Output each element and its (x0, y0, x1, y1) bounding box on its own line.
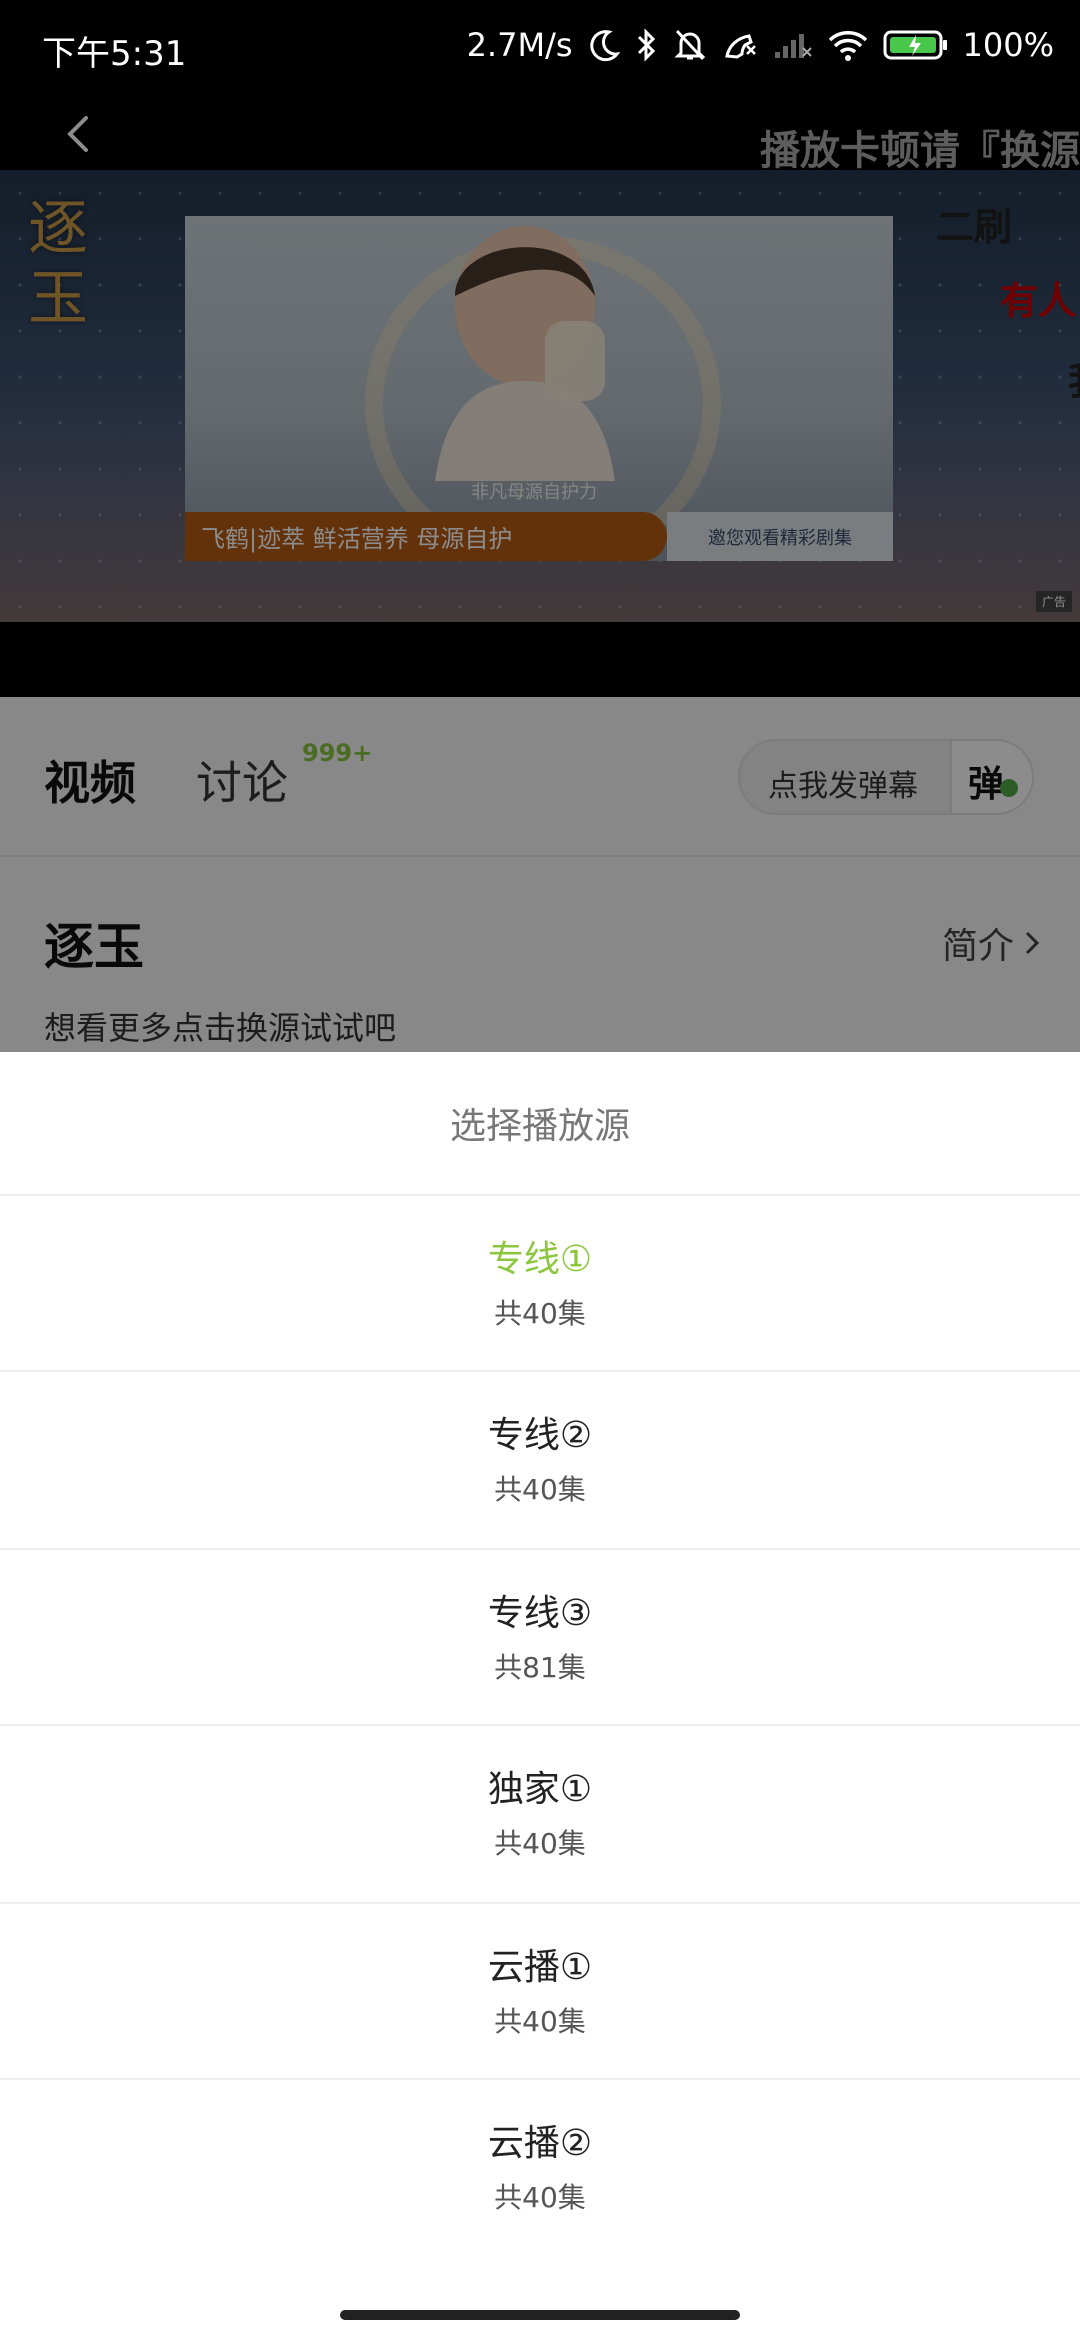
ad-child-image (435, 226, 615, 481)
chevron-right-icon (1025, 931, 1040, 955)
battery-icon (883, 30, 947, 60)
source-option-2[interactable]: 专线② 共40集 (0, 1372, 1080, 1548)
show-logo: 逐玉 (28, 194, 88, 334)
switch-source-hint: 想看更多点击换源试试吧 (44, 1009, 397, 1047)
divider (0, 855, 1080, 857)
network-speed: 2.7M/s (466, 26, 573, 64)
player-bottom-bar (0, 622, 1080, 697)
danmaku-comment: 二刷 (936, 205, 1013, 249)
tab-discuss[interactable]: 讨论 (196, 747, 288, 813)
source-name: 专线③ (487, 1593, 593, 1634)
source-name: 云播② (487, 2123, 593, 2164)
danmaku-comment: 我 (1068, 350, 1080, 405)
intro-label: 简介 (941, 926, 1014, 967)
source-name: 专线② (487, 1415, 593, 1456)
detail-page: 视频 讨论 999+ 点我发弹幕 弹 逐玉 简介 想看更多点击换源试试吧 (0, 697, 1080, 1052)
ad-label: 广告 (1035, 591, 1072, 612)
ad-banner: 飞鹤|迹萃 鲜活营养 母源自护 (185, 512, 667, 561)
switch-source-marquee: 播放卡顿请『换源 (760, 128, 1080, 174)
home-indicator[interactable] (340, 2310, 740, 2320)
episode-count: 共40集 (494, 1297, 586, 1330)
show-title: 逐玉 (44, 918, 144, 976)
signal-icon (774, 34, 812, 58)
back-arrow-icon[interactable] (60, 114, 100, 154)
video-player[interactable]: 逐玉 非凡母源自护力 飞鹤|迹萃 鲜活营养 母源自护 邀您观看精彩剧集 广告 二… (0, 170, 1080, 622)
call-icon (724, 34, 756, 59)
source-option-4[interactable]: 独家① 共40集 (0, 1726, 1080, 1902)
check-icon (1000, 779, 1018, 797)
ad-caption: 非凡母源自护力 (471, 482, 597, 503)
tab-video[interactable]: 视频 (44, 747, 136, 813)
status-time: 下午5:31 (42, 34, 187, 74)
episode-count: 共40集 (494, 1827, 586, 1860)
player-top-bar: 播放卡顿请『换源 (0, 100, 1080, 174)
source-name: 云播① (487, 1947, 593, 1988)
source-option-5[interactable]: 云播① 共40集 (0, 1904, 1080, 2080)
episode-count: 共81集 (494, 1651, 586, 1684)
danmaku-icon-text: 弹 (968, 764, 1005, 805)
moon-icon (589, 30, 620, 62)
episode-count: 共40集 (494, 1473, 586, 1506)
send-danmaku-label: 点我发弹幕 (768, 769, 918, 804)
source-name: 独家① (487, 1769, 593, 1810)
send-danmaku-button[interactable]: 点我发弹幕 弹 (738, 739, 1034, 815)
sheet-title: 选择播放源 (449, 1106, 630, 1147)
episode-count: 共40集 (494, 2005, 586, 2038)
intro-link[interactable]: 简介 (942, 917, 1040, 969)
ad-invite[interactable]: 邀您观看精彩剧集 (667, 512, 893, 561)
bluetooth-icon (637, 28, 655, 62)
episode-count: 共40集 (494, 2181, 586, 2214)
source-option-1[interactable]: 专线① 共40集 (0, 1196, 1080, 1372)
bell-off-icon (673, 29, 706, 61)
source-option-6[interactable]: 云播② 共40集 (0, 2080, 1080, 2256)
battery-percent: 100% (962, 26, 1054, 64)
discuss-count-badge: 999+ (302, 739, 373, 767)
source-option-3[interactable]: 专线③ 共81集 (0, 1550, 1080, 1726)
status-bar: 下午5:31 2.7M/s 100% (0, 0, 1080, 100)
wifi-icon (828, 31, 867, 61)
danmaku-comment: 有人 (1000, 279, 1077, 323)
source-name: 专线① (487, 1239, 593, 1280)
source-picker-sheet: 选择播放源 专线① 共40集 专线② 共40集 专线③ 共81集 独家① 共40… (0, 1052, 1080, 2340)
ad-frame[interactable]: 非凡母源自护力 飞鹤|迹萃 鲜活营养 母源自护 邀您观看精彩剧集 (185, 216, 893, 561)
status-icons: 2.7M/s 100% (467, 26, 1054, 64)
danmaku-toggle-icon[interactable]: 弹 (950, 741, 1032, 813)
